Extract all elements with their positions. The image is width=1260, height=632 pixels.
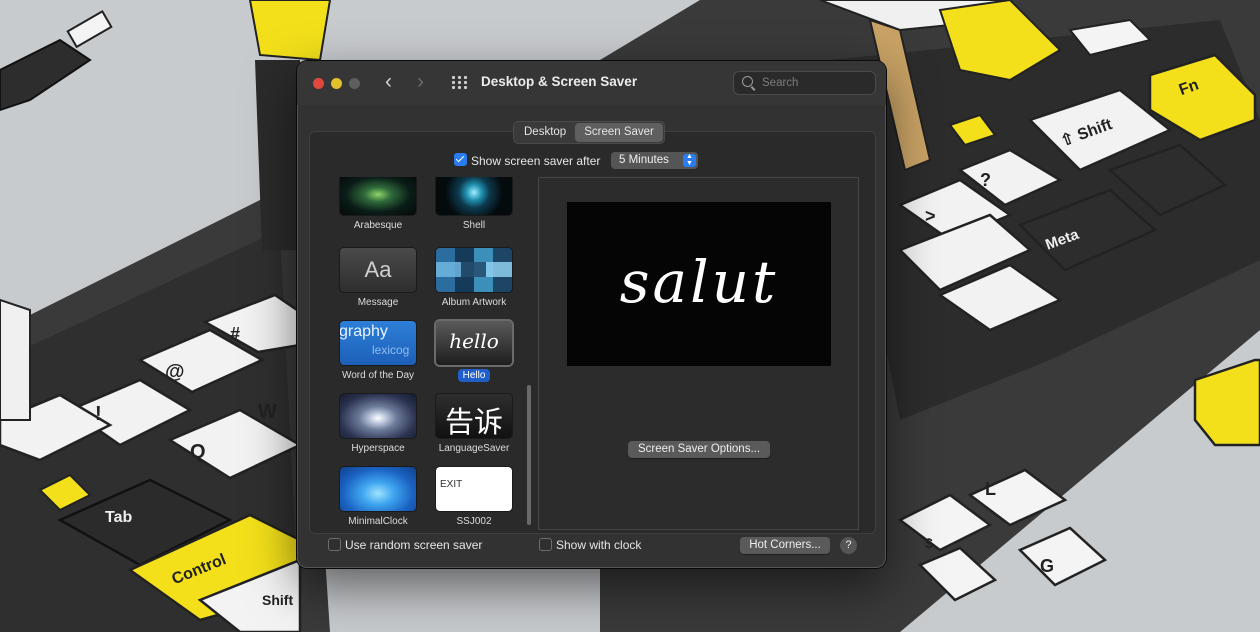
saver-name: Hello (457, 369, 491, 382)
screen-saver-preview: salut (567, 202, 831, 366)
message-thumbnail: Aa (340, 248, 416, 292)
message-thumb-text: Aa (364, 257, 392, 282)
saver-name: MinimalClock (348, 516, 408, 527)
svg-text:!: ! (95, 403, 102, 425)
list-scrollbar[interactable] (527, 385, 531, 525)
window-title: Desktop & Screen Saver (481, 74, 638, 89)
svg-text:>: > (925, 206, 936, 226)
back-chevron-icon[interactable]: ‹ (385, 71, 392, 93)
show-clock-label: Show with clock (556, 538, 642, 552)
saver-name: Message (357, 297, 399, 308)
languagesaver-thumbnail: 告诉 (436, 394, 512, 438)
show-all-grid-icon[interactable] (452, 76, 468, 90)
hello-thumb-text: hello (449, 329, 499, 353)
minimize-window-button[interactable] (331, 78, 342, 89)
search-icon (742, 76, 753, 87)
title-bar: ‹ › Desktop & Screen Saver Search (297, 61, 886, 105)
svg-text:Q: Q (190, 441, 206, 463)
word-of-the-day-thumbnail: graphy lexicog (340, 321, 416, 365)
word-thumb-sub: lexicog (372, 343, 410, 357)
arabesque-thumbnail (340, 177, 416, 215)
saver-item-album-artwork[interactable]: Album Artwork (431, 248, 517, 310)
idle-time-popup[interactable]: 5 Minutes ▲ ▼ (611, 152, 698, 169)
svg-text:$: $ (925, 535, 933, 551)
saver-item-languagesaver[interactable]: 告诉 LanguageSaver (431, 394, 517, 456)
preview-text: salut (619, 248, 779, 316)
idle-time-value: 5 Minutes (619, 154, 669, 166)
saver-name: Album Artwork (441, 297, 507, 308)
saver-item-hyperspace[interactable]: Hyperspace (335, 394, 421, 456)
album-artwork-thumbnail (436, 248, 512, 292)
saver-item-hello[interactable]: hello Hello (431, 321, 517, 383)
hello-thumbnail: hello (436, 321, 512, 365)
show-screen-saver-label: Show screen saver after (471, 154, 601, 168)
screen-saver-list: Arabesque Shell Aa Message Album Artwork… (335, 177, 530, 531)
screen-saver-options-button[interactable]: Screen Saver Options... (628, 441, 770, 458)
tab-desktop[interactable]: Desktop (515, 123, 575, 142)
random-saver-checkbox[interactable] (328, 538, 341, 551)
search-field[interactable]: Search (733, 71, 876, 95)
svg-text:L: L (985, 479, 996, 499)
svg-text:?: ? (980, 170, 991, 190)
saver-item-minimalclock[interactable]: MinimalClock (335, 467, 421, 529)
show-clock-checkbox[interactable] (539, 538, 552, 551)
tab-segmented-control: Desktop Screen Saver (513, 121, 665, 144)
svg-text:#: # (230, 324, 240, 344)
svg-text:G: G (1040, 556, 1054, 576)
hot-corners-button[interactable]: Hot Corners... (740, 537, 830, 554)
popup-arrows-icon: ▲ ▼ (683, 153, 696, 167)
show-screen-saver-checkbox[interactable] (454, 153, 467, 166)
tab-screen-saver[interactable]: Screen Saver (575, 123, 663, 142)
saver-name: LanguageSaver (438, 443, 510, 454)
saver-item-shell[interactable]: Shell (431, 177, 517, 233)
search-placeholder: Search (762, 77, 799, 89)
word-thumb-text: graphy (340, 323, 388, 340)
minimalclock-thumbnail (340, 467, 416, 511)
saver-item-arabesque[interactable]: Arabesque (335, 177, 421, 233)
saver-name: Word of the Day (341, 370, 415, 381)
ssj002-thumb-text: EXIT (440, 479, 463, 490)
saver-name: Arabesque (353, 220, 403, 231)
random-saver-label: Use random screen saver (345, 538, 483, 552)
help-button[interactable]: ? (840, 537, 857, 554)
svg-text:Tab: Tab (105, 509, 132, 526)
saver-item-message[interactable]: Aa Message (335, 248, 421, 310)
system-preferences-window: ‹ › Desktop & Screen Saver Search Deskto… (297, 61, 886, 568)
languagesaver-thumb-text: 告诉 (444, 405, 503, 438)
saver-name: SSJ002 (456, 516, 492, 527)
hyperspace-thumbnail (340, 394, 416, 438)
saver-name: Hyperspace (351, 443, 405, 454)
saver-item-word-of-the-day[interactable]: graphy lexicog Word of the Day (335, 321, 421, 383)
shell-thumbnail (436, 177, 512, 215)
svg-text:W: W (258, 401, 277, 423)
svg-text:@: @ (165, 361, 185, 383)
svg-text:Shift: Shift (262, 592, 293, 608)
zoom-window-button[interactable] (349, 78, 360, 89)
saver-item-ssj002[interactable]: EXIT SSJ002 (431, 467, 517, 529)
ssj002-thumbnail: EXIT (436, 467, 512, 511)
forward-chevron-icon[interactable]: › (417, 71, 424, 93)
close-window-button[interactable] (313, 78, 324, 89)
saver-name: Shell (462, 220, 486, 231)
